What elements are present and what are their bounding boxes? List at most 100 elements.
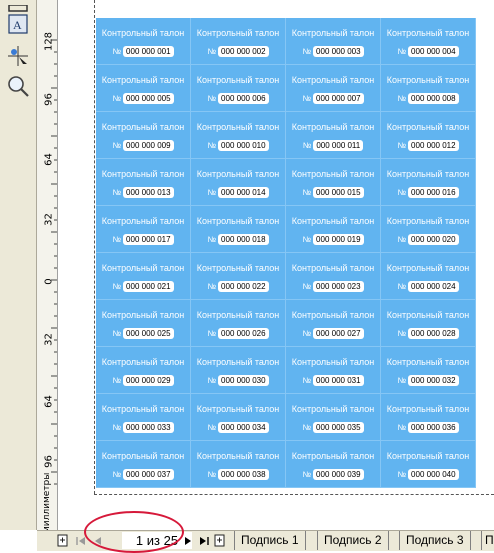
ticket-number: 000 000 013 [123, 187, 174, 198]
ticket-cell[interactable]: Контрольный талон № 000 000 003 [286, 18, 381, 65]
ticket-cell[interactable]: Контрольный талон № 000 000 009 [96, 112, 191, 159]
ticket-number-row: № 000 000 021 [96, 281, 190, 292]
ticket-cell[interactable]: Контрольный талон № 000 000 025 [96, 300, 191, 347]
ticket-cell[interactable]: Контрольный талон № 000 000 031 [286, 347, 381, 394]
ticket-cell[interactable]: Контрольный талон № 000 000 015 [286, 159, 381, 206]
ticket-number: 000 000 009 [123, 140, 174, 151]
zoom-icon[interactable] [5, 74, 31, 98]
ticket-number: 000 000 032 [408, 375, 459, 386]
tab-page-1[interactable]: Подпись 1 [234, 531, 306, 550]
tab-page-2[interactable]: Подпись 2 [317, 531, 389, 550]
ticket-number-row: № 000 000 033 [96, 422, 190, 433]
last-page-icon[interactable] [198, 534, 210, 548]
number-sign: № [397, 329, 407, 338]
number-sign: № [302, 376, 312, 385]
ticket-number: 000 000 040 [408, 469, 459, 480]
ruler-label: 32 [43, 333, 55, 346]
number-sign: № [302, 329, 312, 338]
ticket-cell[interactable]: Контрольный талон № 000 000 020 [381, 206, 476, 253]
add-page-icon[interactable] [57, 534, 69, 548]
ticket-cell[interactable]: Контрольный талон № 000 000 039 [286, 441, 381, 488]
ticket-cell[interactable]: Контрольный талон № 000 000 030 [191, 347, 286, 394]
number-sign: № [302, 235, 312, 244]
ticket-cell[interactable]: Контрольный талон № 000 000 032 [381, 347, 476, 394]
ticket-number: 000 000 034 [218, 422, 269, 433]
ticket-cell[interactable]: Контрольный талон № 000 000 017 [96, 206, 191, 253]
ticket-number-row: № 000 000 023 [286, 281, 380, 292]
ticket-cell[interactable]: Контрольный талон № 000 000 037 [96, 441, 191, 488]
ticket-number-row: № 000 000 037 [96, 469, 190, 480]
ticket-cell[interactable]: Контрольный талон № 000 000 021 [96, 253, 191, 300]
ticket-cell[interactable]: Контрольный талон № 000 000 001 [96, 18, 191, 65]
number-sign: № [207, 235, 217, 244]
next-page-icon[interactable] [182, 534, 194, 548]
ticket-number: 000 000 008 [408, 93, 459, 104]
ticket-number: 000 000 027 [313, 328, 364, 339]
ticket-grid[interactable]: Контрольный талон № 000 000 001 Контрольный… [96, 18, 476, 488]
ticket-cell[interactable]: Контрольный талон № 000 000 026 [191, 300, 286, 347]
ticket-number-row: № 000 000 007 [286, 93, 380, 104]
ticket-cell[interactable]: Контрольный талон № 000 000 013 [96, 159, 191, 206]
ticket-cell[interactable]: Контрольный талон № 000 000 036 [381, 394, 476, 441]
ticket-number: 000 000 005 [123, 93, 174, 104]
ticket-title: Контрольный талон [291, 28, 375, 38]
ticket-number-row: № 000 000 018 [191, 234, 285, 245]
number-sign: № [112, 282, 122, 291]
drawing-canvas[interactable]: Контрольный талон № 000 000 001 Контрольный… [58, 0, 494, 530]
ticket-title: Контрольный талон [196, 216, 280, 226]
ticket-cell[interactable]: Контрольный талон № 000 000 024 [381, 253, 476, 300]
tab-page-3[interactable]: Подпись 3 [399, 531, 471, 550]
number-sign: № [112, 470, 122, 479]
ticket-cell[interactable]: Контрольный талон № 000 000 007 [286, 65, 381, 112]
ticket-number-row: № 000 000 008 [381, 93, 475, 104]
ticket-cell[interactable]: Контрольный талон № 000 000 033 [96, 394, 191, 441]
number-sign: № [207, 141, 217, 150]
add-page-end-icon[interactable] [214, 534, 226, 548]
tab-page-4[interactable]: П [481, 531, 494, 550]
tool-partial-icon[interactable] [5, 0, 31, 12]
ticket-cell[interactable]: Контрольный талон № 000 000 011 [286, 112, 381, 159]
ticket-cell[interactable]: Контрольный талон № 000 000 012 [381, 112, 476, 159]
ticket-cell[interactable]: Контрольный талон № 000 000 034 [191, 394, 286, 441]
text-frame-icon[interactable]: A [5, 12, 31, 36]
ticket-number: 000 000 002 [218, 46, 269, 57]
ticket-cell[interactable]: Контрольный талон № 000 000 022 [191, 253, 286, 300]
ticket-cell[interactable]: Контрольный талон № 000 000 008 [381, 65, 476, 112]
ticket-number-row: № 000 000 040 [381, 469, 475, 480]
ticket-number-row: № 000 000 039 [286, 469, 380, 480]
ticket-cell[interactable]: Контрольный талон № 000 000 002 [191, 18, 286, 65]
ticket-cell[interactable]: Контрольный талон № 000 000 028 [381, 300, 476, 347]
vertical-ruler[interactable]: 128 96 64 32 0 32 64 96 миллиметры [37, 0, 58, 533]
ticket-cell[interactable]: Контрольный талон № 000 000 004 [381, 18, 476, 65]
number-sign: № [112, 423, 122, 432]
ticket-title: Контрольный талон [291, 216, 375, 226]
ticket-number: 000 000 016 [408, 187, 459, 198]
ticket-cell[interactable]: Контрольный талон № 000 000 018 [191, 206, 286, 253]
ticket-title: Контрольный талон [101, 122, 185, 132]
ticket-cell[interactable]: Контрольный талон № 000 000 010 [191, 112, 286, 159]
ticket-cell[interactable]: Контрольный талон № 000 000 019 [286, 206, 381, 253]
number-sign: № [397, 47, 407, 56]
ticket-cell[interactable]: Контрольный талон № 000 000 035 [286, 394, 381, 441]
ticket-cell[interactable]: Контрольный талон № 000 000 029 [96, 347, 191, 394]
ticket-cell[interactable]: Контрольный талон № 000 000 038 [191, 441, 286, 488]
ticket-number-row: № 000 000 019 [286, 234, 380, 245]
ticket-number: 000 000 004 [408, 46, 459, 57]
ticket-number: 000 000 038 [218, 469, 269, 480]
ruler-unit-label: миллиметры [42, 472, 52, 533]
ticket-cell[interactable]: Контрольный талон № 000 000 014 [191, 159, 286, 206]
ticket-number: 000 000 010 [218, 140, 269, 151]
ticket-number: 000 000 026 [218, 328, 269, 339]
ticket-cell[interactable]: Контрольный талон № 000 000 040 [381, 441, 476, 488]
ticket-cell[interactable]: Контрольный талон № 000 000 005 [96, 65, 191, 112]
number-sign: № [207, 188, 217, 197]
ticket-number-row: № 000 000 015 [286, 187, 380, 198]
ticket-number: 000 000 019 [313, 234, 364, 245]
number-sign: № [397, 376, 407, 385]
ticket-cell[interactable]: Контрольный талон № 000 000 006 [191, 65, 286, 112]
ticket-number-row: № 000 000 034 [191, 422, 285, 433]
ticket-cell[interactable]: Контрольный талон № 000 000 027 [286, 300, 381, 347]
ticket-cell[interactable]: Контрольный талон № 000 000 016 [381, 159, 476, 206]
interactive-fill-icon[interactable] [5, 44, 31, 68]
ticket-cell[interactable]: Контрольный талон № 000 000 023 [286, 253, 381, 300]
